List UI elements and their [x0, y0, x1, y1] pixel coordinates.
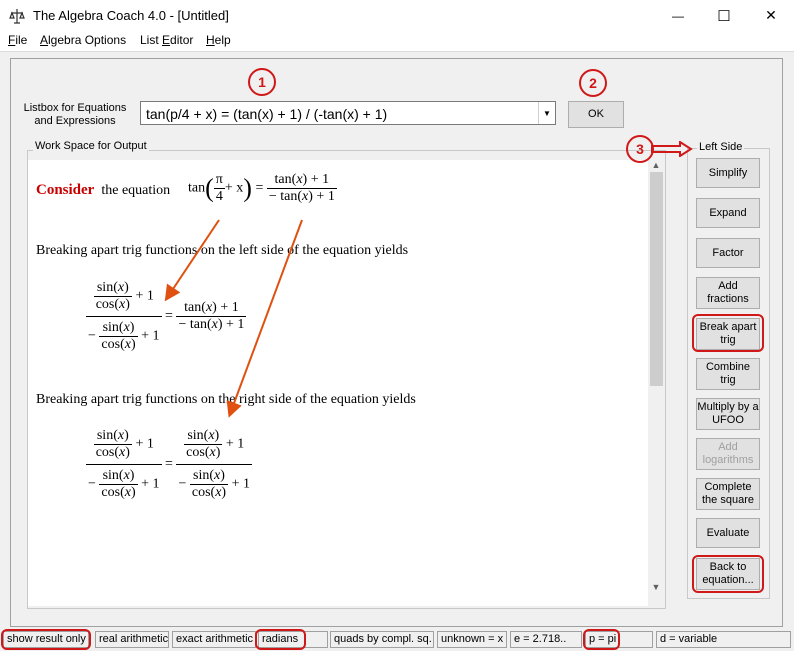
status-exact-arithmetic[interactable]: exact arithmetic — [172, 631, 256, 648]
add-fractions-button[interactable]: Add fractions — [696, 277, 760, 309]
multiply-ufoo-button[interactable]: Multiply by a UFOO — [696, 398, 760, 430]
status-quads[interactable]: quads by compl. sq. — [330, 631, 434, 648]
highlight-back-to-equation — [692, 555, 764, 593]
evaluate-button[interactable]: Evaluate — [696, 518, 760, 548]
highlight-radians — [255, 629, 306, 650]
status-e-value[interactable]: e = 2.718.. — [510, 631, 582, 648]
arrow-right-side — [226, 219, 303, 418]
orange-arrows-overlay — [164, 219, 303, 418]
arrow-left-side — [164, 219, 220, 302]
annotation-circle-2: 2 — [579, 69, 607, 97]
expand-button[interactable]: Expand — [696, 198, 760, 228]
left-side-title: Left Side — [697, 141, 745, 153]
highlight-show-result — [1, 629, 91, 650]
annotation-arrow-icon — [651, 141, 693, 157]
simplify-button[interactable]: Simplify — [696, 158, 760, 188]
status-unknown[interactable]: unknown = x — [437, 631, 507, 648]
status-real-arithmetic[interactable]: real arithmetic — [95, 631, 169, 648]
annotation-circle-1: 1 — [248, 68, 276, 96]
add-logarithms-button: Add logarithms — [696, 438, 760, 470]
highlight-p-pi — [583, 629, 620, 650]
combine-trig-button[interactable]: Combine trig — [696, 358, 760, 390]
factor-button[interactable]: Factor — [696, 238, 760, 268]
highlight-break-apart — [692, 314, 764, 352]
complete-square-button[interactable]: Complete the square — [696, 478, 760, 510]
status-d-variable[interactable]: d = variable — [656, 631, 791, 648]
